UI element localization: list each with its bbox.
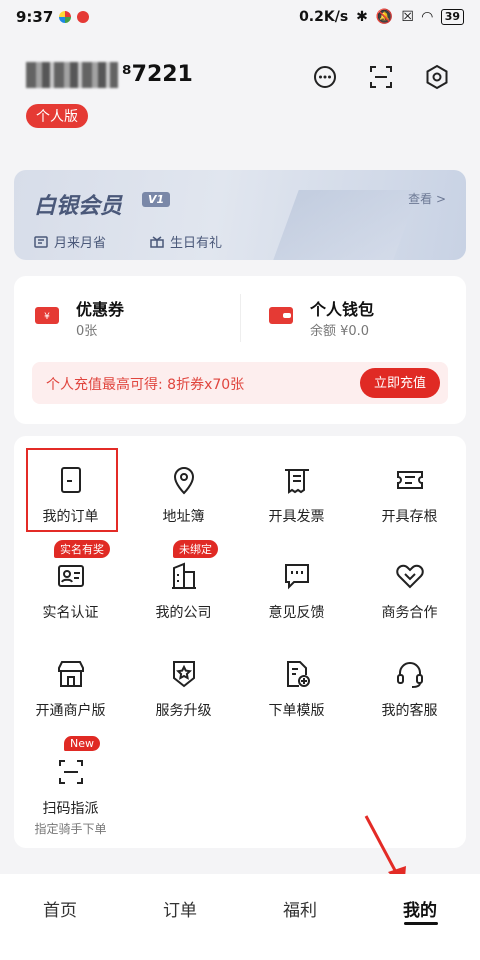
ticket-stub-icon [397, 471, 423, 489]
grid-item-business-cooperation[interactable]: 商务合作 [353, 532, 466, 628]
building-icon [172, 562, 196, 589]
coupon-count: 0张 [76, 324, 98, 339]
grid-label: 开通商户版 [35, 703, 106, 719]
grid-label: 我的客服 [381, 703, 438, 719]
highlight-annotation-box [26, 448, 118, 532]
grid-item-issue-invoice[interactable]: 开具发票 [240, 436, 353, 532]
perk-monthly-savings: 月来月省 [34, 232, 106, 251]
purse-balance: 余额 ¥0.0 [310, 324, 370, 339]
template-add-icon [287, 661, 310, 687]
silver-member-card[interactable]: 白银会员 V1 查看 > 月来月省 生日有礼 [14, 170, 466, 260]
unbound-tag: 未绑定 [173, 540, 218, 558]
grid-label: 开具发票 [268, 509, 325, 525]
feedback-icon [285, 564, 309, 590]
gift-icon [150, 235, 164, 248]
star-badge-icon [173, 661, 195, 688]
divider [240, 294, 241, 342]
status-left: 9:37 [16, 8, 90, 26]
grid-item-feedback[interactable]: 意见反馈 [240, 532, 353, 628]
status-right: 0.2K/s ✱ 🔕 ☒ ◠ 39 [299, 9, 464, 25]
purse-entry[interactable]: 个人钱包 余额 ¥0.0 [268, 296, 458, 340]
coupon-title: 优惠券 [76, 300, 125, 319]
mute-icon: 🔕 [375, 9, 394, 25]
location-pin-icon [173, 467, 195, 495]
coupon-red-icon: ¥ [35, 307, 59, 324]
grid-item-issue-stub[interactable]: 开具存根 [353, 436, 466, 532]
coupon-icon [34, 235, 48, 248]
svg-text:¥: ¥ [44, 312, 50, 322]
grid-item-open-merchant[interactable]: 开通商户版 [14, 630, 127, 726]
new-tag: New [64, 736, 100, 751]
network-speed: 0.2K/s [299, 9, 349, 25]
user-id: ⁸7221 [122, 62, 193, 87]
perk-label: 月来月省 [54, 236, 107, 251]
scan-assign-icon [59, 760, 83, 784]
grid-item-address-book[interactable]: 地址簿 [127, 436, 240, 532]
app-notification-icon [59, 11, 72, 23]
grid-label: 下单模版 [268, 703, 325, 719]
wallet-red-icon [269, 307, 293, 324]
perk-birthday-gift: 生日有礼 [150, 232, 222, 251]
grid-item-order-template[interactable]: 下单模版 [240, 630, 353, 726]
member-title: 白银会员 [34, 194, 123, 219]
wifi-icon: ◠ [421, 9, 433, 25]
active-tab-indicator [404, 922, 438, 925]
tab-orders[interactable]: 订单 [140, 896, 220, 921]
member-view-link[interactable]: 查看 > [408, 190, 446, 207]
redacted-username [26, 62, 118, 88]
member-level-badge: V1 [142, 192, 171, 207]
grid-item-real-name-verification[interactable]: 实名有奖 实名认证 [14, 532, 127, 628]
grid-item-customer-service[interactable]: 我的客服 [353, 630, 466, 726]
status-time: 9:37 [16, 8, 54, 26]
settings-icon[interactable] [422, 62, 452, 92]
sim-icon: ☒ [401, 9, 414, 25]
grid-label: 开具存根 [381, 509, 438, 525]
recharge-promo-banner[interactable]: 个人充值最高可得: 8折券x70张 立即充值 [32, 362, 448, 404]
personal-edition-badge[interactable]: 个人版 [26, 104, 88, 128]
coupon-entry[interactable]: ¥ 优惠券 0张 [34, 296, 224, 340]
battery-icon: 39 [440, 9, 464, 25]
recharge-now-button[interactable]: 立即充值 [359, 368, 440, 398]
grid-label: 扫码指派 [42, 801, 99, 817]
app-notification-icon-2 [77, 11, 90, 23]
purse-title: 个人钱包 [310, 300, 375, 319]
card-decoration [273, 190, 419, 260]
grid-label: 商务合作 [381, 605, 438, 621]
grid-label: 实名认证 [42, 605, 99, 621]
grid-label: 服务升级 [155, 703, 212, 719]
tab-mine[interactable]: 我的 [380, 896, 460, 921]
profile-header: ⁸7221 个人版 [0, 50, 480, 140]
grid-label: 我的公司 [155, 605, 212, 621]
grid-label: 意见反馈 [268, 605, 325, 621]
invoice-icon [285, 469, 309, 494]
tab-home[interactable]: 首页 [20, 896, 100, 921]
storefront-icon [58, 661, 84, 687]
wallet-card: ¥ 优惠券 0张 个人钱包 余额 ¥0.0 个人充值最高可得: 8折券x70张 … [14, 276, 466, 424]
id-card-icon [58, 565, 84, 587]
message-icon[interactable] [310, 62, 340, 92]
bluetooth-icon: ✱ [356, 9, 368, 25]
grid-label: 地址簿 [162, 509, 205, 525]
grid-item-my-company[interactable]: 未绑定 我的公司 [127, 532, 240, 628]
reward-tag: 实名有奖 [54, 540, 110, 558]
header-actions [310, 62, 452, 92]
perk-label: 生日有礼 [170, 236, 223, 251]
promo-text: 个人充值最高可得: 8折券x70张 [46, 377, 245, 393]
grid-item-scan-assign[interactable]: New 扫码指派 指定骑手下单 [14, 728, 127, 838]
grid-item-service-upgrade[interactable]: 服务升级 [127, 630, 240, 726]
bottom-tab-bar: 首页 订单 福利 我的 [0, 874, 480, 960]
handshake-heart-icon [396, 564, 424, 589]
headset-icon [397, 662, 423, 688]
scan-icon[interactable] [366, 62, 396, 92]
status-bar: 9:37 0.2K/s ✱ 🔕 ☒ ◠ 39 [0, 0, 480, 34]
grid-sublabel: 指定骑手下单 [34, 822, 107, 836]
tab-benefits[interactable]: 福利 [260, 896, 340, 921]
